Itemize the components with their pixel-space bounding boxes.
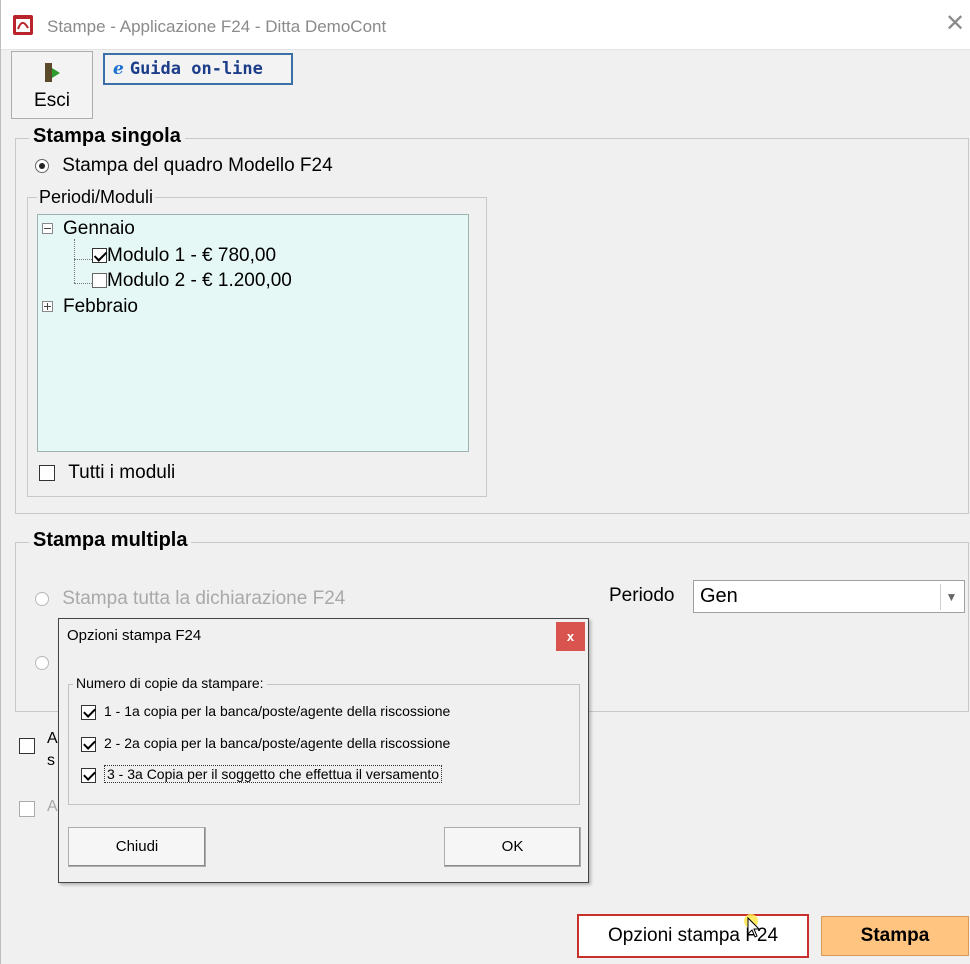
febbraio-label: Febbraio: [63, 296, 138, 317]
option-2-label: A: [47, 798, 58, 815]
stampa-multipla-radio2[interactable]: [35, 654, 49, 672]
dialog-close-icon[interactable]: x: [556, 622, 585, 651]
copia-option-2[interactable]: 2 - 2a copia per la banca/poste/agente d…: [81, 735, 450, 752]
expand-icon[interactable]: [42, 301, 53, 313]
periodi-moduli-title: Periodi/Moduli: [37, 187, 156, 208]
copia-2-label: 2 - 2a copia per la banca/poste/agente d…: [104, 735, 451, 751]
option-1-label: A s: [47, 728, 58, 772]
periodi-tree: Gennaio Modulo 1 - € 780,00 Modulo 2 - €…: [37, 214, 469, 452]
copia-3-label: 3 - 3a Copia per il soggetto che effettu…: [104, 765, 443, 783]
tree-node-modulo2[interactable]: Modulo 2 - € 1.200,00: [92, 270, 292, 292]
modulo1-checkbox[interactable]: [92, 248, 107, 264]
option-2-checkbox[interactable]: [19, 800, 35, 817]
window-title: Stampe - Applicazione F24 - Ditta DemoCo…: [47, 17, 387, 36]
ok-button[interactable]: OK: [444, 827, 581, 867]
modulo2-checkbox[interactable]: [92, 273, 107, 289]
pdf-icon: [13, 15, 33, 35]
option-check-1[interactable]: [19, 737, 35, 755]
tree-line: [74, 259, 92, 260]
cursor-icon: [744, 914, 761, 938]
tree-line: [74, 239, 75, 283]
tutti-moduli-option[interactable]: Tutti i moduli: [39, 462, 175, 484]
close-icon[interactable]: ✕: [943, 12, 967, 36]
stampa-tutta-label: Stampa tutta la dichiarazione F24: [62, 588, 346, 609]
copia-2-checkbox[interactable]: [81, 736, 96, 752]
option-1-checkbox[interactable]: [19, 737, 35, 754]
copie-group-title: Numero di copie da stampare:: [73, 675, 267, 691]
tree-node-gennaio[interactable]: Gennaio: [42, 218, 135, 240]
stampa-multipla-title: Stampa multipla: [29, 529, 192, 552]
guida-label: Guida on-line: [129, 59, 263, 79]
stampa-button[interactable]: Stampa: [821, 916, 969, 956]
chiudi-button[interactable]: Chiudi: [68, 827, 206, 867]
option-1-text-s: s: [47, 752, 55, 769]
copia-3-checkbox[interactable]: [81, 767, 96, 783]
opzioni-stampa-button[interactable]: Opzioni stampa F24: [577, 914, 809, 958]
periodo-value: Gen: [700, 585, 738, 607]
esci-label: Esci: [34, 90, 70, 111]
stampa-singola-title: Stampa singola: [29, 125, 185, 148]
modulo1-label: Modulo 1 - € 780,00: [107, 245, 277, 266]
radio2-button[interactable]: [35, 655, 49, 670]
stampa-quadro-option[interactable]: Stampa del quadro Modello F24: [35, 155, 333, 177]
title-bar: Stampe - Applicazione F24 - Ditta DemoCo…: [1, 0, 970, 50]
ie-icon: e: [113, 59, 124, 79]
periodo-label: Periodo: [609, 585, 675, 606]
opzioni-stampa-dialog: Opzioni stampa F24 x Numero di copie da …: [58, 618, 589, 883]
copia-1-checkbox[interactable]: [81, 704, 96, 720]
periodo-select[interactable]: Gen ▼: [693, 580, 965, 613]
exit-icon: [45, 63, 60, 82]
collapse-icon[interactable]: [42, 223, 53, 235]
tutti-moduli-checkbox[interactable]: [39, 464, 55, 481]
stampa-quadro-radio[interactable]: [35, 158, 49, 173]
tree-line: [74, 283, 92, 284]
dialog-title: Opzioni stampa F24: [67, 627, 202, 644]
option-check-2[interactable]: [19, 800, 35, 818]
modulo2-label: Modulo 2 - € 1.200,00: [107, 270, 292, 291]
stampa-tutta-option[interactable]: Stampa tutta la dichiarazione F24: [35, 588, 345, 610]
stampa-quadro-label: Stampa del quadro Modello F24: [62, 155, 333, 176]
gennaio-label: Gennaio: [63, 218, 135, 239]
tree-node-modulo1[interactable]: Modulo 1 - € 780,00: [92, 245, 276, 267]
tutti-moduli-label: Tutti i moduli: [68, 462, 176, 483]
guida-online-button[interactable]: e Guida on-line: [103, 53, 293, 85]
copia-option-3[interactable]: 3 - 3a Copia per il soggetto che effettu…: [81, 765, 443, 783]
copia-option-1[interactable]: 1 - 1a copia per la banca/poste/agente d…: [81, 703, 450, 720]
esci-button[interactable]: Esci: [11, 51, 93, 119]
main-window: Stampe - Applicazione F24 - Ditta DemoCo…: [0, 0, 970, 964]
tree-node-febbraio[interactable]: Febbraio: [42, 296, 138, 318]
copia-1-label: 1 - 1a copia per la banca/poste/agente d…: [104, 703, 451, 719]
chevron-down-icon[interactable]: ▼: [940, 584, 962, 610]
stampa-tutta-radio[interactable]: [35, 591, 49, 606]
option-1-text-a: A: [47, 730, 58, 747]
